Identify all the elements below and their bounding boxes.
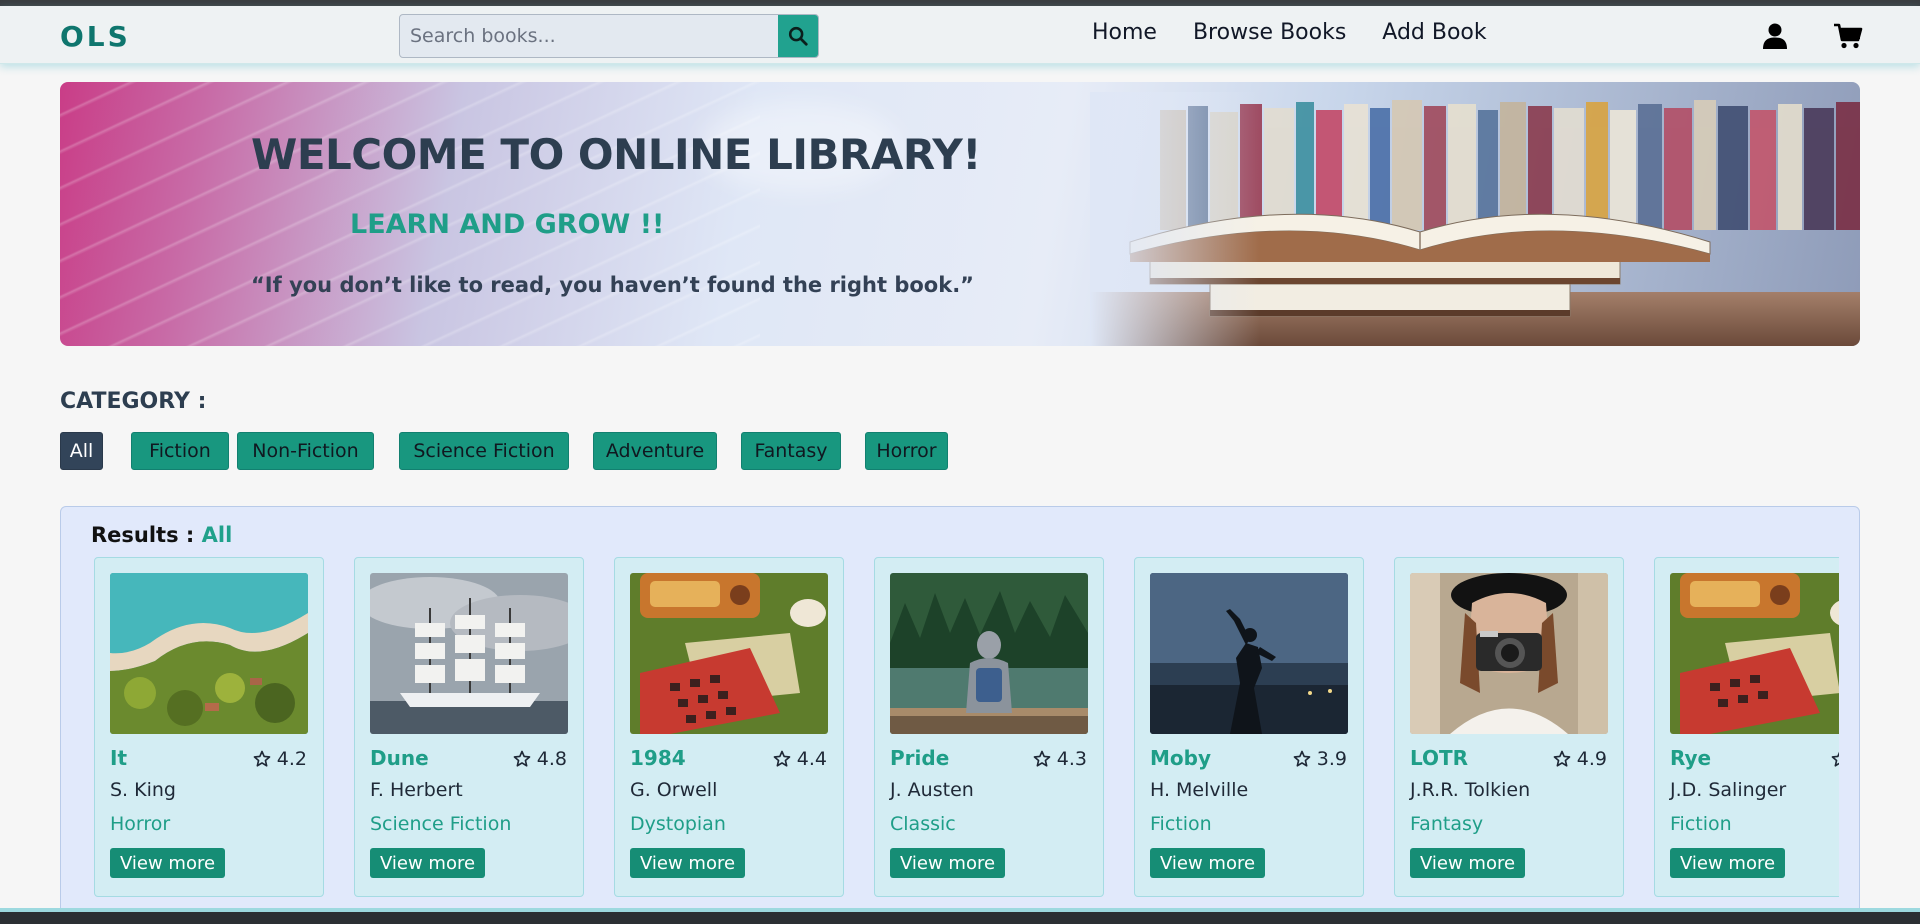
user-icon[interactable]	[1762, 22, 1788, 50]
window-bottom-strip	[0, 912, 1920, 924]
book-genre: Dystopian	[630, 813, 726, 835]
category-adventure[interactable]: Adventure	[593, 432, 717, 470]
book-author: F. Herbert	[370, 779, 463, 801]
cart-icon[interactable]	[1833, 22, 1863, 50]
book-title[interactable]: 1984	[630, 746, 686, 770]
rating-value: 4.9	[1576, 748, 1607, 770]
rating-value: 4.8	[536, 748, 567, 770]
book-author: S. King	[110, 779, 176, 801]
book-card[interactable]: It 4.2 S. King Horror View more	[94, 557, 324, 897]
book-title[interactable]: Moby	[1150, 746, 1211, 770]
book-title[interactable]: Rye	[1670, 746, 1711, 770]
view-more-button[interactable]: View more	[370, 848, 486, 878]
book-card[interactable]: Dune 4.8 F. Herbert Science Fiction View…	[354, 557, 584, 897]
book-genre: Fiction	[1670, 813, 1732, 835]
book-rating: 4.4	[773, 748, 827, 770]
book-author: G. Orwell	[630, 779, 718, 801]
book-rating: 4.8	[513, 748, 567, 770]
rating-value: 3.9	[1316, 748, 1347, 770]
results-label-text: Results :	[91, 523, 195, 547]
book-title[interactable]: It	[110, 746, 127, 770]
hero-subtitle: LEARN AND GROW !!	[350, 209, 665, 240]
book-genre: Classic	[890, 813, 956, 835]
results-panel: Results : All It 4.2 S. King Horror View…	[60, 506, 1860, 924]
category-science-fiction[interactable]: Science Fiction	[399, 432, 569, 470]
category-all[interactable]: All	[60, 432, 103, 470]
book-rating: 4	[1831, 748, 1839, 770]
books-illustration	[1090, 92, 1860, 346]
book-genre: Fiction	[1150, 813, 1212, 835]
nav-browse-books[interactable]: Browse Books	[1193, 20, 1346, 45]
star-icon	[1293, 750, 1311, 767]
book-rating: 4.3	[1033, 748, 1087, 770]
book-card[interactable]: Rye 4 J.D. Salinger Fiction View more	[1654, 557, 1839, 897]
hero-banner: WELCOME TO ONLINE LIBRARY! LEARN AND GRO…	[60, 82, 1860, 346]
book-genre: Fantasy	[1410, 813, 1484, 835]
book-rating: 4.9	[1553, 748, 1607, 770]
results-filter-value: All	[201, 523, 233, 547]
book-card[interactable]: LOTR 4.9 J.R.R. Tolkien Fantasy View mor…	[1394, 557, 1624, 897]
book-author: J. Austen	[890, 779, 974, 801]
star-icon	[513, 750, 531, 767]
hero-quote: “If you don’t like to read, you haven’t …	[251, 273, 974, 297]
view-more-button[interactable]: View more	[1670, 848, 1786, 878]
book-title[interactable]: Dune	[370, 746, 429, 770]
nav-add-book[interactable]: Add Book	[1382, 20, 1486, 45]
hero-title: WELCOME TO ONLINE LIBRARY!	[251, 130, 981, 179]
book-title[interactable]: Pride	[890, 746, 949, 770]
rating-value: 4.2	[276, 748, 307, 770]
book-rating: 4.2	[253, 748, 307, 770]
view-more-button[interactable]: View more	[890, 848, 1006, 878]
book-card[interactable]: Moby 3.9 H. Melville Fiction View more	[1134, 557, 1364, 897]
star-icon	[253, 750, 271, 767]
brand-logo[interactable]: OLS	[60, 20, 131, 53]
nav-links: Home Browse Books Add Book	[1092, 20, 1523, 45]
category-fiction[interactable]: Fiction	[131, 432, 229, 470]
search-button[interactable]	[778, 15, 818, 57]
star-icon	[1831, 751, 1839, 767]
view-more-button[interactable]: View more	[110, 848, 226, 878]
book-cover-image	[370, 573, 568, 734]
book-cover-image	[890, 573, 1088, 734]
view-more-button[interactable]: View more	[1150, 848, 1266, 878]
view-more-button[interactable]: View more	[1410, 848, 1526, 878]
category-title: CATEGORY :	[60, 389, 207, 414]
book-cover-image	[1410, 573, 1608, 734]
book-cards-row[interactable]: It 4.2 S. King Horror View more Dune 4.8…	[94, 557, 1839, 923]
category-horror[interactable]: Horror	[865, 432, 948, 470]
category-fantasy[interactable]: Fantasy	[741, 432, 841, 470]
category-non-fiction[interactable]: Non-Fiction	[237, 432, 374, 470]
book-title[interactable]: LOTR	[1410, 746, 1468, 770]
book-author: J.D. Salinger	[1670, 779, 1787, 801]
nav-home[interactable]: Home	[1092, 20, 1157, 45]
star-icon	[773, 750, 791, 767]
book-card[interactable]: 1984 4.4 G. Orwell Dystopian View more	[614, 557, 844, 897]
star-icon	[1553, 750, 1571, 767]
rating-value: 4.4	[796, 748, 827, 770]
book-cover-image	[1670, 573, 1839, 734]
book-rating: 3.9	[1293, 748, 1347, 770]
book-cover-image	[110, 573, 308, 734]
book-cover-image	[630, 573, 828, 734]
search-icon	[788, 26, 808, 46]
navbar: OLS Home Browse Books Add Book	[0, 6, 1920, 64]
view-more-button[interactable]: View more	[630, 848, 746, 878]
book-genre: Horror	[110, 813, 171, 835]
book-genre: Science Fiction	[370, 813, 512, 835]
rating-value: 4.3	[1056, 748, 1087, 770]
book-card[interactable]: Pride 4.3 J. Austen Classic View more	[874, 557, 1104, 897]
book-author: H. Melville	[1150, 779, 1249, 801]
search-bar	[399, 14, 819, 58]
book-author: J.R.R. Tolkien	[1410, 779, 1531, 801]
search-input[interactable]	[400, 15, 780, 57]
results-label: Results : All	[91, 523, 232, 547]
star-icon	[1033, 750, 1051, 767]
book-cover-image	[1150, 573, 1348, 734]
